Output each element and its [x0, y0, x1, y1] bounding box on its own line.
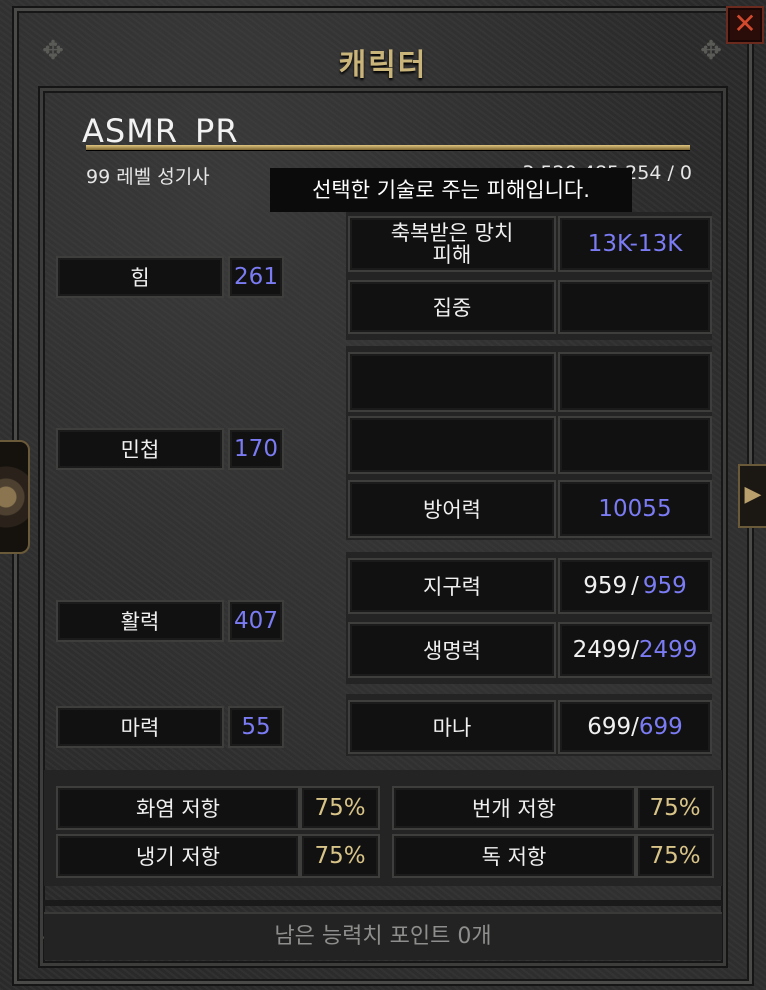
life-value: 2499/2499: [558, 622, 712, 678]
empty-stat-slot: [348, 352, 556, 412]
poison-resist-value: 75%: [636, 834, 714, 878]
arrow-right-icon: ▶: [744, 482, 762, 507]
life-current: 2499: [572, 637, 632, 663]
mana-current: 699: [587, 714, 632, 740]
lightning-resist-value: 75%: [636, 786, 714, 830]
mana-value: 699/699: [558, 700, 712, 754]
attribute-label: 민첩: [56, 428, 224, 470]
focus-label: 집중: [348, 280, 556, 334]
lightning-resist-label: 번개 저항: [392, 786, 636, 830]
attribute-row-vitality[interactable]: 활력 407: [56, 600, 284, 642]
attribute-row-dexterity[interactable]: 민첩 170: [56, 428, 284, 470]
stamina-separator: /: [631, 573, 639, 599]
mana-label: 마나: [348, 700, 556, 754]
cold-resist-value: 75%: [300, 834, 380, 878]
fire-resist-value: 75%: [300, 786, 380, 830]
experience-bar: [86, 145, 690, 150]
stamina-max: 959: [642, 573, 687, 599]
attribute-value: 261: [228, 256, 284, 298]
mana-max: 699: [638, 714, 683, 740]
focus-value: [558, 280, 712, 334]
empty-stat-slot: [558, 352, 712, 412]
fire-resist-label: 화염 저항: [56, 786, 300, 830]
life-separator: /: [631, 637, 639, 663]
attribute-row-energy[interactable]: 마력 55: [56, 706, 284, 748]
stamina-current: 959: [583, 573, 628, 599]
window-title: 캐릭터: [338, 48, 428, 83]
stamina-value: 959/959: [558, 558, 712, 614]
life-label: 생명력: [348, 622, 556, 678]
attribute-row-strength[interactable]: 힘 261: [56, 256, 284, 298]
skill-damage-label: 축복받은 망치 피해: [348, 216, 556, 272]
close-button[interactable]: ✕: [726, 6, 764, 44]
expand-arrow-button[interactable]: ▶: [738, 464, 766, 528]
character-class: 99 레벨 성기사: [86, 166, 210, 188]
attribute-label: 활력: [56, 600, 224, 642]
skill-damage-value: 13K-13K: [558, 216, 712, 272]
attribute-label: 마력: [56, 706, 224, 748]
poison-resist-label: 독 저항: [392, 834, 636, 878]
stamina-label: 지구력: [348, 558, 556, 614]
remaining-stat-points: 남은 능력치 포인트 0개: [44, 912, 722, 960]
empty-stat-slot: [558, 416, 712, 474]
attribute-value: 407: [228, 600, 284, 642]
defense-label: 방어력: [348, 480, 556, 538]
mana-separator: /: [631, 714, 639, 740]
close-icon: ✕: [733, 7, 757, 40]
empty-stat-slot: [348, 416, 556, 474]
cold-resist-label: 냉기 저항: [56, 834, 300, 878]
damage-tooltip: 선택한 기술로 주는 피해입니다.: [270, 168, 632, 212]
attribute-label: 힘: [56, 256, 224, 298]
attribute-value: 55: [228, 706, 284, 748]
divider: [44, 900, 722, 906]
character-window: ✥ ✥ ✥ ✥ 캐릭터 ✕ ▶ ASMR_PR 99 레벨 성기사 3,520,…: [0, 0, 766, 990]
attribute-value: 170: [228, 428, 284, 470]
defense-value: 10055: [558, 480, 712, 538]
left-ornament-icon: [0, 440, 30, 554]
life-max: 2499: [638, 637, 698, 663]
